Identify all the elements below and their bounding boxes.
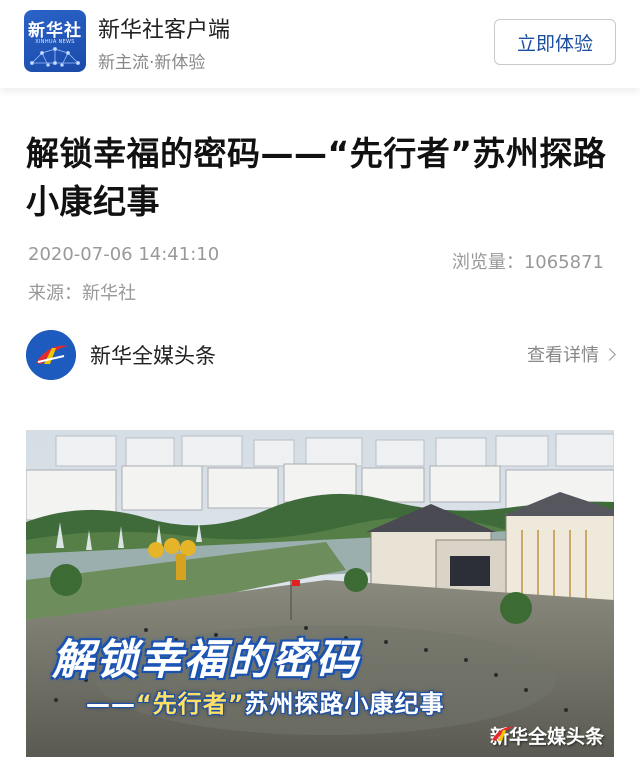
app-banner: 新华社 XINHUA NEWS 新华社客户端 新主流·新体验 立即体验 (0, 0, 640, 88)
network-globe-icon (30, 47, 81, 67)
article-source: 来源：新华社 (28, 283, 136, 304)
cover-watermark: 新华全媒头条 (490, 722, 604, 749)
chevron-right-icon (603, 348, 616, 361)
publish-datetime: 2020-07-06 14:41:10 (28, 244, 220, 265)
cover-subtitle-quote: “先行者” (136, 690, 245, 718)
view-count: 浏览量：1065871 (451, 252, 604, 273)
publisher-avatar[interactable] (26, 330, 76, 380)
cover-subtitle: ——“先行者”苏州探路小康纪事 (86, 684, 445, 719)
cover-subtitle-rest: 苏州探路小康纪事 (244, 690, 445, 718)
cover-headline: 解锁幸福的密码 (52, 635, 361, 684)
article-cover-image[interactable]: 解锁幸福的密码 ——“先行者”苏州探路小康纪事 新华全媒头条 (26, 430, 614, 757)
logo-text: 新华社 (28, 21, 82, 41)
xinhua-media-mark-icon (491, 726, 514, 741)
app-slogan: 新主流·新体验 (98, 53, 206, 73)
article-title: 解锁幸福的密码——“先行者”苏州探路小康纪事 (26, 134, 607, 221)
cover-subtitle-dash: —— (86, 690, 136, 718)
app-name: 新华社客户端 (98, 18, 231, 43)
xinhua-media-logo-icon (26, 330, 76, 380)
try-now-button[interactable]: 立即体验 (494, 19, 616, 65)
publisher-name[interactable]: 新华全媒头条 (90, 340, 216, 370)
view-details-label: 查看详情 (527, 345, 599, 366)
view-details-link[interactable]: 查看详情 (527, 341, 616, 367)
xinhua-app-logo: 新华社 XINHUA NEWS (24, 10, 86, 72)
